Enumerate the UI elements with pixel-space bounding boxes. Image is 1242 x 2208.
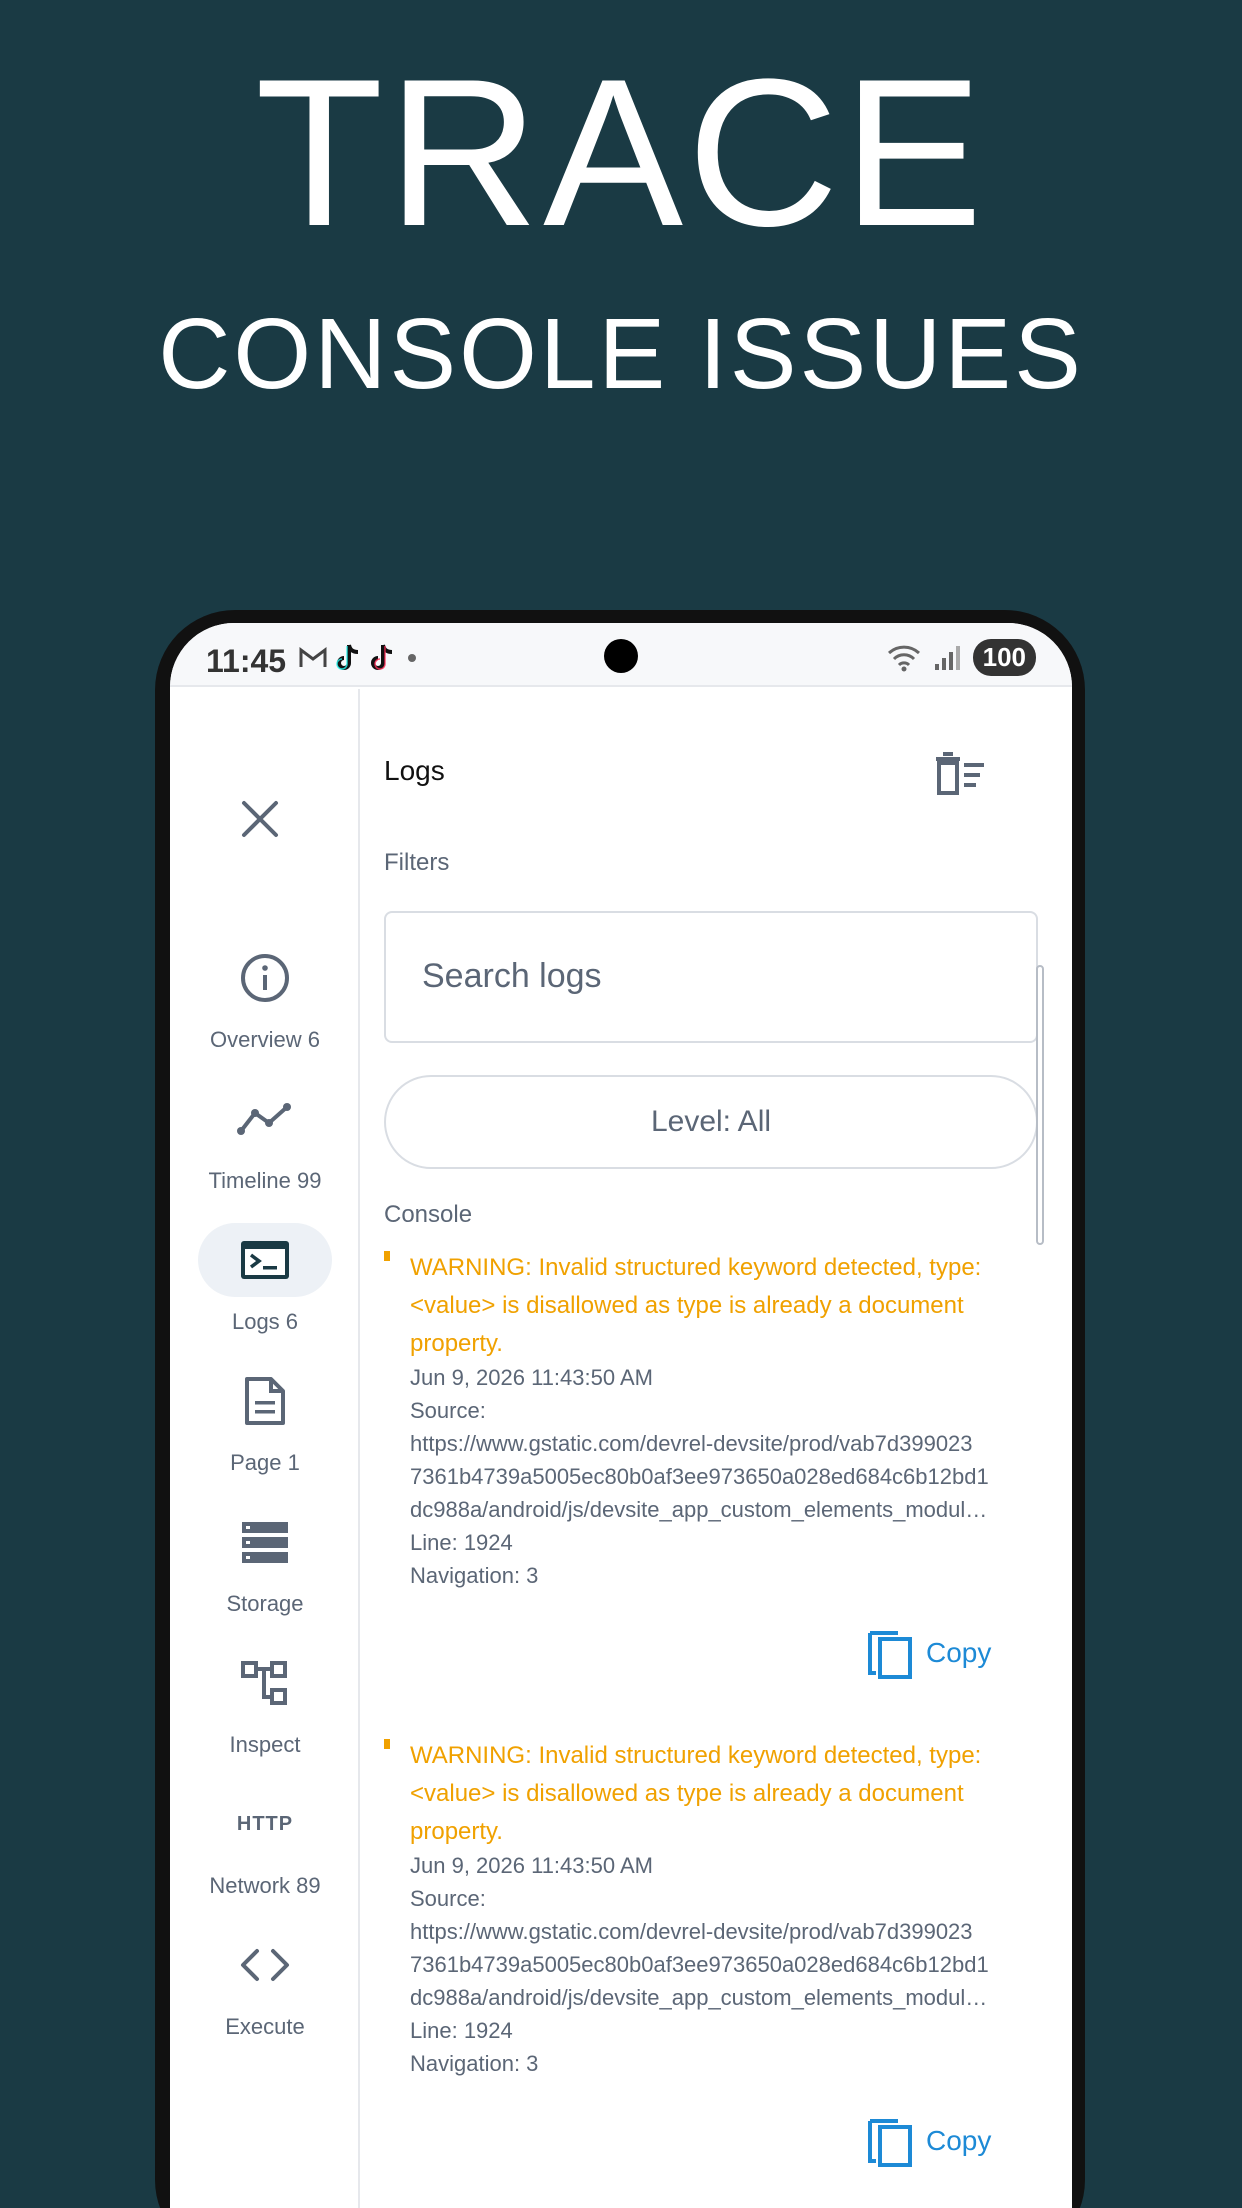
level-filter-button[interactable]: Level: All: [384, 1075, 1038, 1169]
log-source-url: 7361b4739a5005ec80b0af3ee973650a028ed684…: [410, 1464, 989, 1489]
hero-title: TRACE: [255, 35, 987, 270]
log-entry: WARNING: Invalid structured keyword dete…: [384, 1249, 1044, 1709]
sidebar-item-overview[interactable]: Overview 6: [170, 941, 360, 1081]
log-source-url: dc988a/android/js/devsite_app_custom_ele…: [410, 1985, 988, 2010]
log-timestamp: Jun 9, 2026 11:43:50 AM: [410, 1853, 653, 1878]
close-icon: [242, 801, 278, 837]
sidebar-item-timeline[interactable]: Timeline 99: [170, 1082, 360, 1222]
copy-label: Copy: [926, 2125, 992, 2156]
sidebar-item-label: Logs 6: [231, 1309, 299, 1334]
log-source-url: 7361b4739a5005ec80b0af3ee973650a028ed684…: [410, 1952, 989, 1977]
sidebar-item-network[interactable]: HTTP Network 89: [170, 1787, 360, 1927]
console-section-label: Console: [384, 1201, 473, 1228]
copy-label: Copy: [926, 1637, 992, 1668]
delete-sweep-icon: [936, 752, 984, 795]
copy-button[interactable]: Copy: [866, 1625, 1006, 1681]
search-placeholder: Search logs: [422, 957, 602, 995]
info-icon: [241, 954, 289, 1002]
hero-subtitle: CONSOLE ISSUES: [158, 298, 1084, 410]
warning-marker: [384, 1739, 390, 1749]
sidebar-item-label: Inspect: [229, 1732, 301, 1757]
scrollbar-thumb[interactable]: [1036, 965, 1044, 1245]
sidebar-item-page[interactable]: Page 1: [170, 1364, 360, 1504]
sidebar-item-logs[interactable]: Logs 6: [170, 1223, 360, 1363]
close-button[interactable]: [230, 789, 290, 849]
log-line: Line: 1924: [410, 2018, 513, 2043]
sidebar-item-label: Execute: [225, 2014, 305, 2039]
sidebar-item-execute[interactable]: Execute: [170, 1928, 360, 2068]
copy-icon: [868, 2119, 912, 2167]
warning-marker: [384, 1251, 390, 1261]
log-source-url: dc988a/android/js/devsite_app_custom_ele…: [410, 1497, 988, 1522]
log-message: WARNING: Invalid structured keyword dete…: [410, 1742, 982, 1845]
page-title: Logs: [384, 755, 445, 786]
status-right: 100: [887, 639, 1036, 676]
gmail-icon: [299, 647, 327, 667]
log-source-url: https://www.gstatic.com/devrel-devsite/p…: [410, 1919, 973, 1944]
dot-icon: [408, 654, 416, 662]
sidebar-item-label: Timeline 99: [208, 1168, 322, 1193]
filters-label: Filters: [384, 849, 450, 876]
log-message: WARNING: Invalid structured keyword dete…: [410, 1254, 982, 1357]
search-input[interactable]: Search logs: [384, 911, 1038, 1043]
notification-icons: [298, 643, 420, 673]
log-entry: WARNING: Invalid structured keyword dete…: [384, 1737, 1044, 2197]
signal-icon: [934, 645, 960, 670]
log-source-url: https://www.gstatic.com/devrel-devsite/p…: [410, 1431, 973, 1456]
inspect-tree-icon: [241, 1661, 287, 1705]
front-camera: [604, 639, 638, 673]
log-navigation: Navigation: 3: [410, 2051, 539, 2076]
wifi-icon: [887, 645, 920, 671]
log-source-label: Source:: [410, 1398, 486, 1423]
http-icon: HTTP: [236, 1812, 294, 1835]
tiktok-icon: [336, 644, 359, 670]
battery-indicator: 100: [972, 639, 1036, 676]
timeline-icon: [237, 1103, 291, 1135]
document-icon: [245, 1377, 285, 1425]
sidebar-item-storage[interactable]: Storage: [170, 1505, 360, 1645]
copy-button[interactable]: Copy: [866, 2113, 1006, 2169]
log-timestamp: Jun 9, 2026 11:43:50 AM: [410, 1365, 653, 1390]
clear-logs-button[interactable]: [930, 749, 990, 799]
tiktok-icon: [371, 644, 393, 670]
code-icon: [241, 1949, 289, 1981]
sidebar-item-label: Network 89: [209, 1873, 321, 1898]
sidebar-item-label: Overview 6: [209, 1027, 321, 1052]
sidebar-item-label: Page 1: [230, 1450, 300, 1475]
sidebar-item-inspect[interactable]: Inspect: [170, 1646, 360, 1786]
storage-icon: [242, 1522, 288, 1563]
status-bar: 11:45 100: [170, 623, 1072, 687]
log-source-label: Source:: [410, 1886, 486, 1911]
log-line: Line: 1924: [410, 1530, 513, 1555]
copy-icon: [868, 1631, 912, 1679]
terminal-icon: [241, 1241, 289, 1279]
logs-panel: Logs Filters Search logs Level: All Cons…: [364, 689, 1072, 2208]
log-navigation: Navigation: 3: [410, 1563, 539, 1588]
phone-screen: 11:45 100 Overview 6 Timeline 99 Logs 6 …: [170, 623, 1072, 2208]
status-time: 11:45: [206, 643, 287, 679]
sidebar: Overview 6 Timeline 99 Logs 6 Page 1 Sto: [170, 689, 360, 2208]
sidebar-item-label: Storage: [226, 1591, 304, 1616]
